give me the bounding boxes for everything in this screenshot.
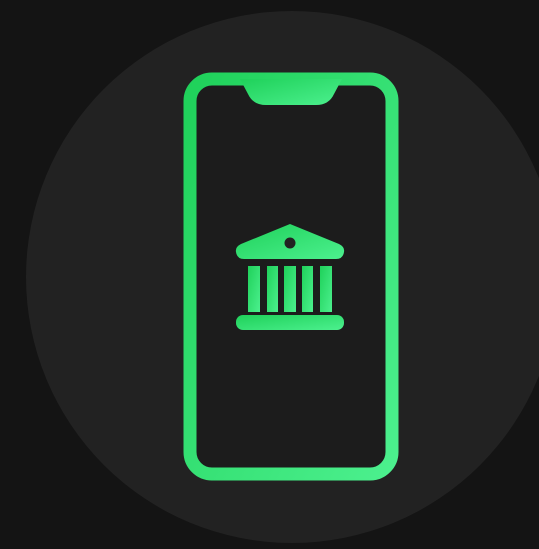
bank-roof-emblem	[284, 237, 296, 249]
bank-column	[267, 266, 278, 312]
bank-column	[320, 266, 332, 312]
phone-notch	[240, 79, 342, 105]
bank-column	[302, 266, 313, 312]
bank-column	[284, 266, 296, 312]
illustration-svg	[26, 11, 539, 543]
mobile-banking-illustration	[0, 0, 539, 549]
bank-base	[236, 315, 344, 330]
bank-column	[248, 266, 260, 312]
